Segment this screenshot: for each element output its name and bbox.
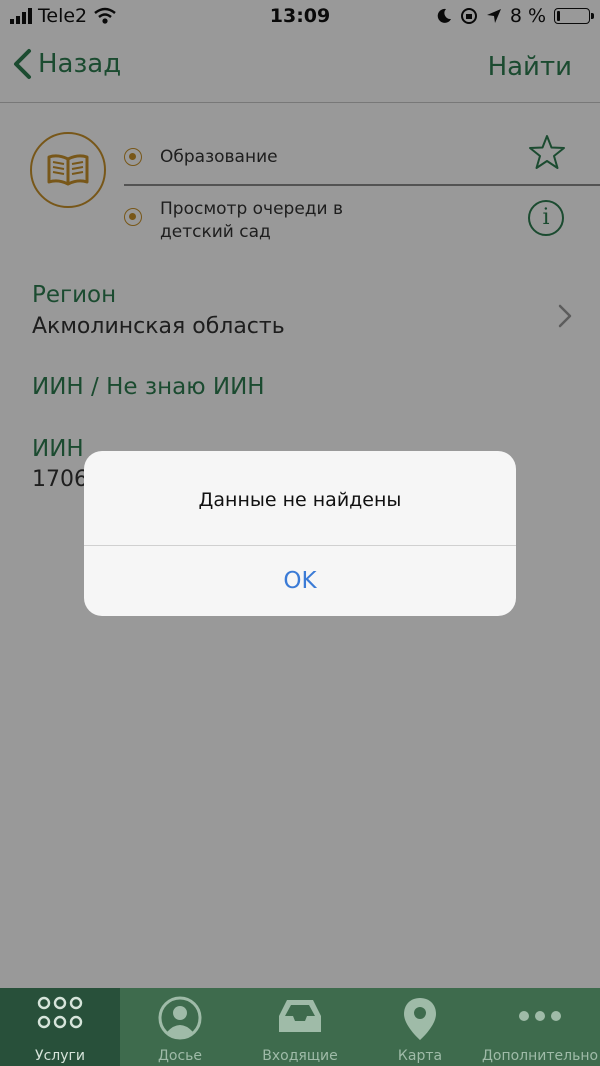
tab-services[interactable]: Услуги [0,988,120,1066]
map-pin-icon [404,998,436,1040]
tab-label: Досье [157,1048,203,1064]
tab-label: Карта [397,1048,443,1064]
ok-button[interactable]: OK [84,546,516,616]
alert-message: Данные не найдены [198,489,402,511]
tab-label: Входящие [262,1048,338,1064]
tab-more[interactable]: Дополнительно [480,988,600,1066]
alert-dialog: Данные не найдены OK [84,451,516,616]
tab-bar: Услуги Досье Входящие Карта Дополнительн… [0,988,600,1066]
screen: Tele2 13:09 8 % Назад Найти Образование … [0,0,600,1066]
tab-dossier[interactable]: Досье [120,988,240,1066]
tab-label: Услуги [35,1048,85,1064]
grid-dots-icon [37,996,83,1029]
tab-inbox[interactable]: Входящие [240,988,360,1066]
person-icon [158,996,202,1040]
inbox-icon [279,1000,321,1032]
more-dots-icon [519,1011,561,1021]
tab-label: Дополнительно [481,1048,599,1064]
tab-map[interactable]: Карта [360,988,480,1066]
